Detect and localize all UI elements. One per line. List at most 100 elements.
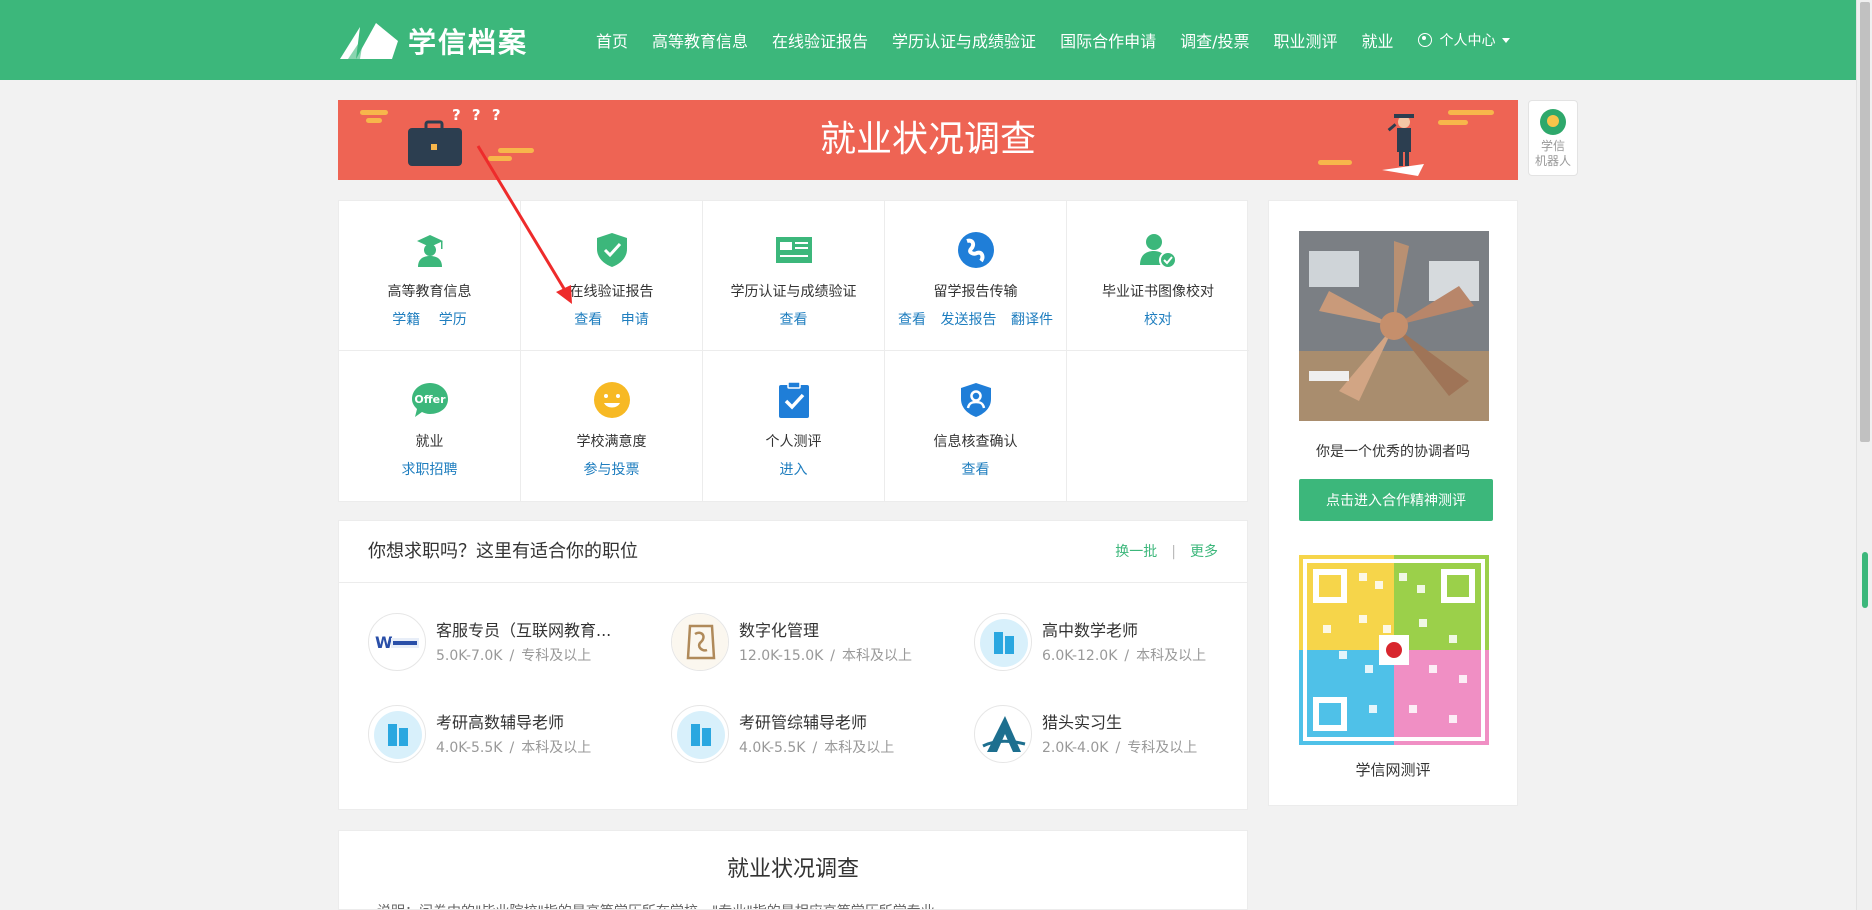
link-view-info[interactable]: 查看 xyxy=(962,462,990,478)
service-name: 学历认证与成绩验证 xyxy=(730,284,857,300)
job-education: 本科及以上 xyxy=(842,648,913,664)
service-study-abroad: 留学报告传输 查看 发送报告 翻译件 xyxy=(885,201,1067,351)
jobs-title: 你想求职吗？这里有适合你的职位 xyxy=(368,541,638,562)
link-view-report[interactable]: 查看 xyxy=(574,312,602,328)
offer-icon: Offer xyxy=(411,383,448,417)
job-title: 高中数学老师 xyxy=(1042,621,1139,640)
clipboard-check-icon xyxy=(778,381,809,418)
svg-text:W: W xyxy=(375,633,393,652)
building-icon xyxy=(671,705,729,763)
service-name: 个人测评 xyxy=(765,434,822,450)
job-salary: 5.0K-7.0K xyxy=(436,648,503,664)
nav-home[interactable]: 首页 xyxy=(596,28,628,52)
job-education: 专科及以上 xyxy=(521,648,592,664)
company-logo-a xyxy=(974,705,1032,763)
nav-degree-verification[interactable]: 学历认证与成绩验证 xyxy=(892,28,1036,52)
job-item[interactable]: 高中数学老师 6.0K-12.0K / 本科及以上 xyxy=(974,613,1254,673)
id-card-icon xyxy=(775,237,812,263)
job-recommendations: 你想求职吗？这里有适合你的职位 换一批 | 更多 W 客服专员（互联网教育... 5… xyxy=(338,520,1248,810)
job-title: 考研管综辅导老师 xyxy=(739,713,868,732)
job-salary: 12.0K-15.0K xyxy=(739,648,824,664)
shield-user-icon xyxy=(960,383,991,417)
building-icon xyxy=(974,613,1032,671)
job-item[interactable]: 猎头实习生 2.0K-4.0K / 专科及以上 xyxy=(974,705,1254,765)
service-name: 留学报告传输 xyxy=(933,284,1018,300)
job-education: 专科及以上 xyxy=(1127,740,1198,756)
service-name: 信息核查确认 xyxy=(933,434,1018,450)
shield-check-icon xyxy=(596,233,627,267)
more-jobs-link[interactable]: 更多 xyxy=(1190,544,1218,560)
job-education: 本科及以上 xyxy=(1136,648,1207,664)
link-proofread[interactable]: 校对 xyxy=(1144,312,1172,328)
logo-sails-icon xyxy=(340,23,398,59)
nav-survey[interactable]: 调查/投票 xyxy=(1180,28,1249,52)
job-item[interactable]: W 客服专员（互联网教育... 5.0K-7.0K / 专科及以上 xyxy=(368,613,648,673)
job-education: 本科及以上 xyxy=(521,740,592,756)
service-name: 毕业证书图像校对 xyxy=(1102,284,1214,300)
caret-down-icon xyxy=(1501,37,1510,43)
graduate-icon xyxy=(416,235,443,267)
refresh-jobs-link[interactable]: 换一批 xyxy=(1115,544,1157,560)
robot-label-line2: 机器人 xyxy=(1534,154,1571,168)
service-school-satisfaction: 学校满意度 参与投票 xyxy=(521,351,703,501)
job-item[interactable]: 考研高数辅导老师 4.0K-5.5K / 本科及以上 xyxy=(368,705,648,765)
service-name: 就业 xyxy=(415,434,444,450)
service-info-check: 信息核查确认 查看 xyxy=(885,351,1067,501)
nav-higher-education[interactable]: 高等教育信息 xyxy=(652,28,748,52)
job-item[interactable]: 考研管综辅导老师 4.0K-5.5K / 本科及以上 xyxy=(671,705,951,765)
job-title: 客服专员（互联网教育... xyxy=(436,621,612,640)
survey-title: 就业状况调查 xyxy=(726,857,859,882)
robot-assistant[interactable]: 学信 机器人 xyxy=(1528,100,1578,176)
scrollbar-thumb[interactable] xyxy=(1860,2,1870,442)
job-education: 本科及以上 xyxy=(824,740,895,756)
service-higher-education: 高等教育信息 学籍 学历 xyxy=(339,201,521,351)
service-name: 学校满意度 xyxy=(576,434,647,450)
link-enter-test[interactable]: 进入 xyxy=(780,462,808,478)
survey-section: 就业状况调查 说明：问卷中的"毕业院校"指的是高等学历所在学校，"专业"指的是相… xyxy=(338,830,1248,910)
qr-caption: 学信网测评 xyxy=(1355,761,1431,779)
top-navbar: 学信档案 首页 高等教育信息 在线验证报告 学历认证与成绩验证 国际合作申请 调… xyxy=(0,0,1856,80)
teamwork-test-button[interactable]: 点击进入合作精神测评 xyxy=(1299,479,1493,521)
link-translation[interactable]: 翻译件 xyxy=(1011,312,1053,328)
link-job-hunting[interactable]: 求职招聘 xyxy=(402,462,458,478)
user-menu[interactable]: 个人中心 xyxy=(1417,30,1510,50)
job-title: 猎头实习生 xyxy=(1042,713,1123,732)
service-employment: Offer 就业 求职招聘 xyxy=(339,351,521,501)
link-send-report[interactable]: 发送报告 xyxy=(941,312,997,328)
link-apply-report[interactable]: 申请 xyxy=(621,312,649,328)
test-caption: 你是一个优秀的协调者吗 xyxy=(1316,444,1470,460)
qr-code xyxy=(1299,555,1489,745)
nav-career-test[interactable]: 职业测评 xyxy=(1273,28,1337,52)
link-vote[interactable]: 参与投票 xyxy=(584,462,640,478)
nav-employment[interactable]: 就业 xyxy=(1362,28,1394,52)
site-logo[interactable]: 学信档案 xyxy=(338,20,528,62)
service-empty xyxy=(1067,351,1249,501)
robot-icon xyxy=(1540,109,1566,135)
link-degree[interactable]: 学历 xyxy=(439,312,467,328)
banner-title: 就业状况调查 xyxy=(819,119,1036,160)
user-menu-label: 个人中心 xyxy=(1439,33,1496,49)
building-icon xyxy=(368,705,426,763)
link-student-status[interactable]: 学籍 xyxy=(392,312,420,328)
globe-icon xyxy=(957,232,994,268)
user-check-icon xyxy=(1140,234,1177,269)
job-salary: 6.0K-12.0K xyxy=(1042,648,1118,664)
nav-online-verification[interactable]: 在线验证报告 xyxy=(772,28,868,52)
nav-international[interactable]: 国际合作申请 xyxy=(1060,28,1156,52)
survey-banner: ? ? ? 就业状况调查 xyxy=(338,100,1518,180)
robot-label-line1: 学信 xyxy=(1540,139,1565,153)
job-title: 考研高数辅导老师 xyxy=(436,713,565,732)
teamwork-photo[interactable] xyxy=(1299,231,1489,421)
service-personal-test: 个人测评 进入 xyxy=(703,351,885,501)
job-salary: 4.0K-5.5K xyxy=(436,740,503,756)
vertical-scrollbar[interactable] xyxy=(1856,0,1872,910)
company-logo-seal xyxy=(671,613,729,671)
link-view-verification[interactable]: 查看 xyxy=(780,312,808,328)
service-name: 高等教育信息 xyxy=(387,284,472,300)
link-view-abroad[interactable]: 查看 xyxy=(898,312,926,328)
graduate-figure-icon xyxy=(1382,114,1424,176)
survey-note: 说明：问卷中的"毕业院校"指的是高等学历所在学校，"专业"指的是相应高等学历所学… xyxy=(377,901,935,909)
job-item[interactable]: 数字化管理 12.0K-15.0K / 本科及以上 xyxy=(671,613,951,673)
jobs-header: 你想求职吗？这里有适合你的职位 换一批 | 更多 xyxy=(339,521,1247,583)
logo-text: 学信档案 xyxy=(408,26,529,59)
